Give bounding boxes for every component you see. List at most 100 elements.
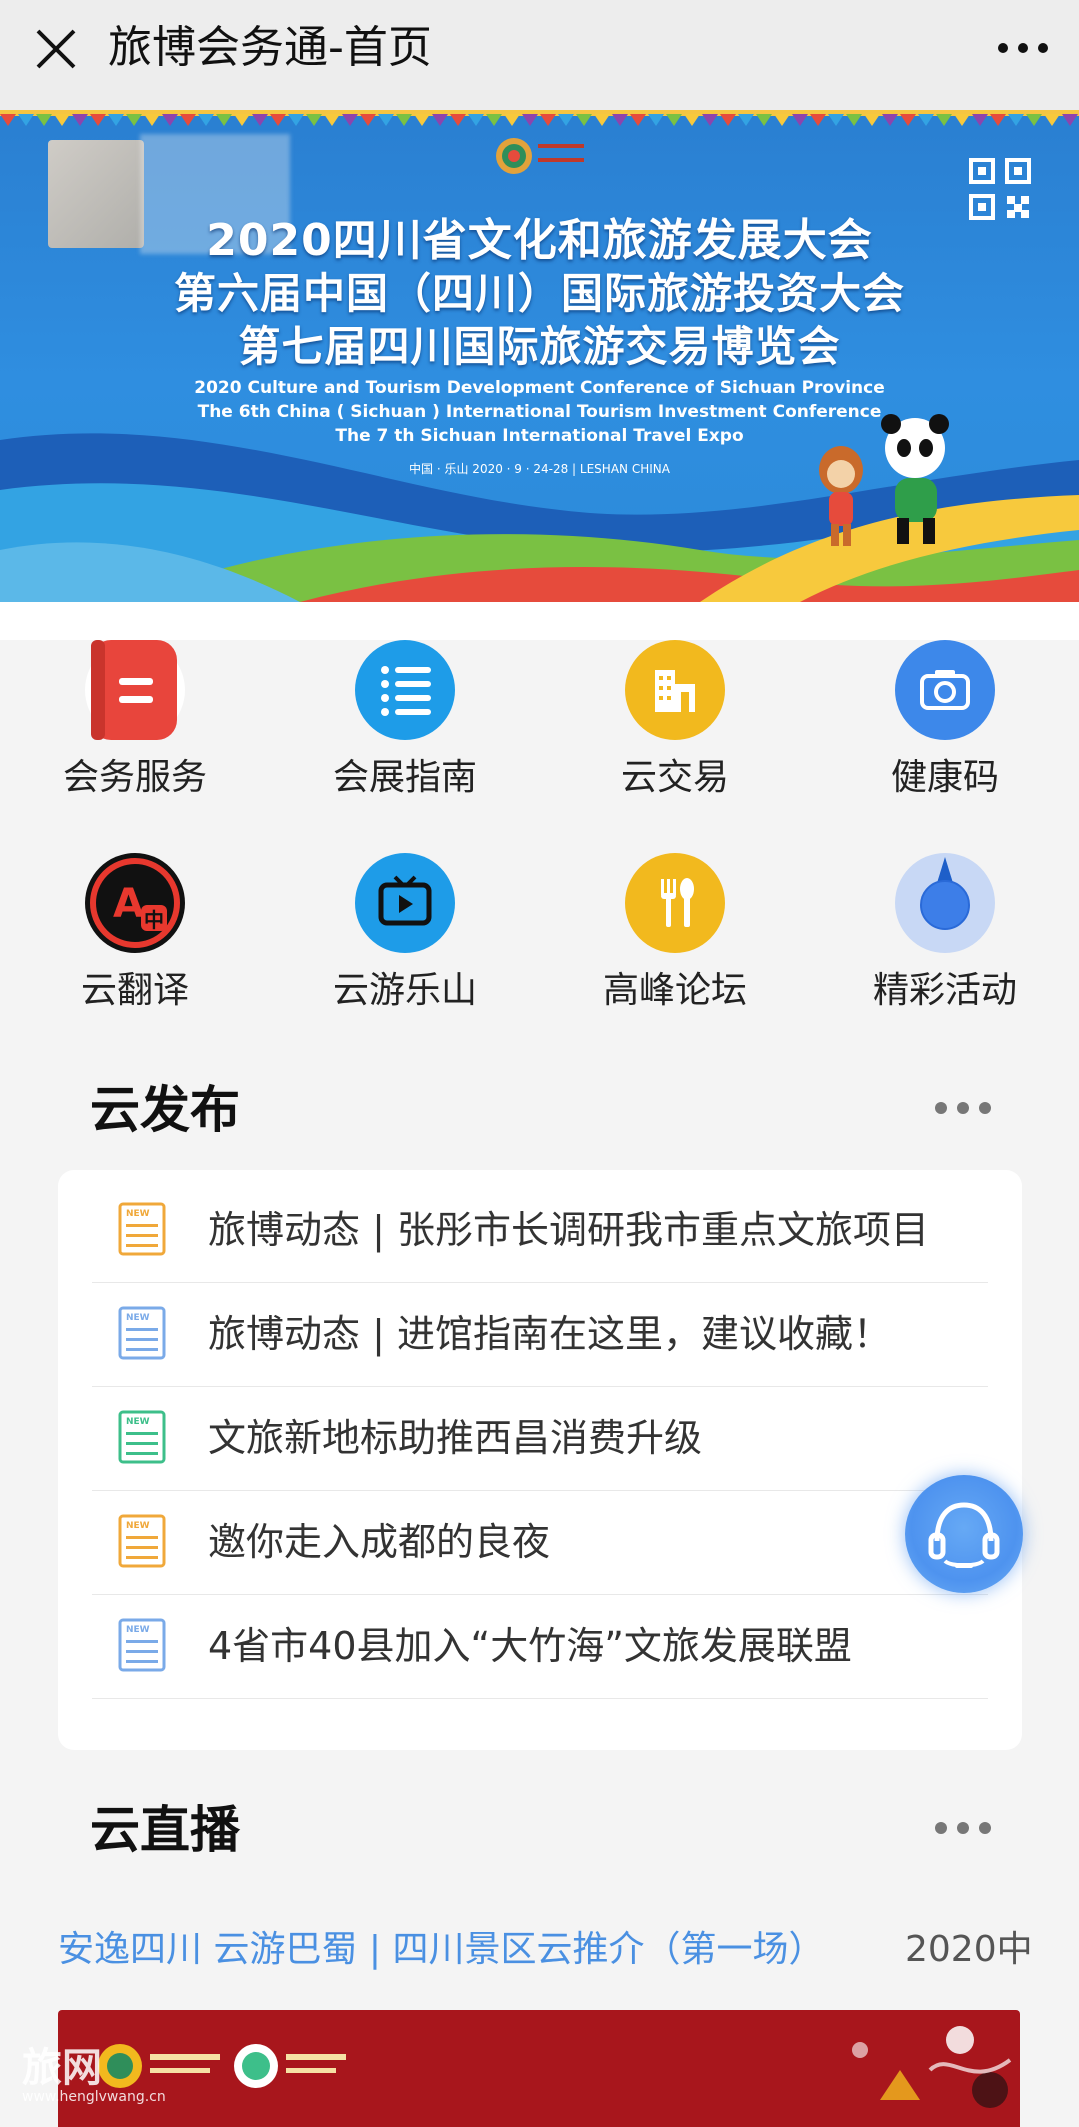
- more-options-icon[interactable]: [995, 30, 1051, 66]
- bunting-flag: [522, 114, 538, 126]
- grid-item-conference-service[interactable]: 会务服务: [25, 640, 245, 800]
- bunting-flag: [414, 114, 430, 126]
- news-doc-icon: NEW: [118, 1618, 166, 1672]
- grid-item-cloud-tour-leshan[interactable]: 云游乐山: [295, 853, 515, 1013]
- news-item[interactable]: NEW 旅博动态 | 进馆指南在这里，建议收藏！: [92, 1282, 988, 1387]
- bunting-flag: [396, 114, 412, 126]
- news-title: 邀你走入成都的良夜: [208, 1520, 551, 1564]
- list-icon: [355, 640, 455, 740]
- grid-item-summit-forum[interactable]: 高峰论坛: [565, 853, 785, 1013]
- bunting-flag: [504, 114, 520, 126]
- bunting-flag: [1062, 114, 1078, 126]
- live-year-text: 2020中: [905, 1929, 1033, 1970]
- grid-item-label: 会展指南: [332, 757, 477, 798]
- bunting-flag: [342, 114, 358, 126]
- bunting-flag: [684, 114, 700, 126]
- bunting-flag: [918, 114, 934, 126]
- bunting-flag: [828, 114, 844, 126]
- headset-icon: [928, 1502, 1000, 1568]
- bunting-flag: [486, 114, 502, 126]
- camera-icon: [895, 640, 995, 740]
- live-headline-link[interactable]: 安逸四川 云游巴蜀 | 四川景区云推介（第一场）: [58, 1920, 824, 1972]
- news-item[interactable]: NEW 邀你走入成都的良夜: [92, 1490, 988, 1595]
- bunting-flag: [288, 114, 304, 126]
- bunting-flag: [738, 114, 754, 126]
- close-icon[interactable]: [32, 25, 80, 73]
- grid-item-cloud-translate[interactable]: A 中 云翻译: [25, 853, 245, 1013]
- grid-item-label: 云游乐山: [332, 970, 477, 1011]
- more-dots-icon[interactable]: [933, 1098, 993, 1118]
- news-title: 4省市40县加入“大竹海”文旅发展联盟: [208, 1624, 852, 1668]
- grid-item-exhibition-guide[interactable]: 会展指南: [295, 640, 515, 800]
- bunting-flag: [18, 114, 34, 126]
- bunting-flag: [234, 114, 250, 126]
- svg-text:NEW: NEW: [126, 1625, 150, 1635]
- bunting-flag: [306, 114, 322, 126]
- tianfu-logo: [496, 138, 584, 174]
- news-doc-icon: NEW: [118, 1514, 166, 1568]
- bunting-flag: [666, 114, 682, 126]
- bunting-flag: [468, 114, 484, 126]
- bunting-flag: [1044, 114, 1060, 126]
- banner-title-line1: 2020四川省文化和旅游发展大会: [206, 215, 873, 266]
- banner-title-line3: 第七届四川国际旅游交易博览会: [238, 322, 841, 371]
- banner-english-line1: 2020 Culture and Tourism Development Con…: [194, 378, 885, 398]
- bunting-flag: [252, 114, 268, 126]
- bunting-flag: [540, 114, 556, 126]
- bunting-flag: [702, 114, 718, 126]
- top-bar: 旅博会务通-首页: [0, 0, 1079, 111]
- watermark-name: 旅网: [22, 2045, 102, 2091]
- section-title-live: 云直播: [90, 1801, 240, 1859]
- svg-text:A: A: [113, 881, 144, 927]
- bunting-flag: [756, 114, 772, 126]
- event-banner[interactable]: 2020四川省文化和旅游发展大会 第六届中国（四川）国际旅游投资大会 第七届四川…: [0, 110, 1079, 602]
- grid-item-label: 健康码: [890, 757, 999, 798]
- bunting-flag: [900, 114, 916, 126]
- news-item[interactable]: NEW 4省市40县加入“大竹海”文旅发展联盟: [92, 1594, 988, 1699]
- bunting-flag: [432, 114, 448, 126]
- watermark-url: www.henglvwang.cn: [22, 2089, 166, 2105]
- svg-text:NEW: NEW: [126, 1417, 150, 1427]
- news-item[interactable]: NEW 文旅新地标助推西昌消费升级: [92, 1386, 988, 1491]
- news-item[interactable]: NEW 旅博动态 | 张彤市长调研我市重点文旅项目: [92, 1178, 988, 1283]
- bunting-flag: [36, 114, 52, 126]
- page-title: 旅博会务通-首页: [108, 22, 432, 73]
- cutlery-icon: [625, 853, 725, 953]
- bunting-flag: [594, 114, 610, 126]
- grid-item-cloud-trade[interactable]: 云交易: [565, 640, 785, 800]
- bunting-flag: [612, 114, 628, 126]
- bunting-flag: [198, 114, 214, 126]
- bunting-flag: [450, 114, 466, 126]
- news-title: 旅博动态 | 进馆指南在这里，建议收藏！: [208, 1312, 891, 1356]
- bunting-flag: [72, 114, 88, 126]
- bunting-flag: [162, 114, 178, 126]
- bunting-flag: [864, 114, 880, 126]
- customer-service-button[interactable]: [905, 1475, 1023, 1593]
- mascots-illustration: [819, 414, 949, 546]
- bunting-flag: [936, 114, 952, 126]
- more-dots-icon[interactable]: [933, 1818, 993, 1838]
- bunting-flag: [990, 114, 1006, 126]
- bunting-flag: [90, 114, 106, 126]
- grid-item-health-code[interactable]: 健康码: [835, 640, 1055, 800]
- bunting-flag: [216, 114, 232, 126]
- svg-text:NEW: NEW: [126, 1521, 150, 1531]
- svg-text:NEW: NEW: [126, 1313, 150, 1323]
- bunting-flag: [270, 114, 286, 126]
- bunting-flag: [954, 114, 970, 126]
- banner-title-line2: 第六届中国（四川）国际旅游投资大会: [173, 269, 905, 318]
- news-doc-icon: NEW: [118, 1410, 166, 1464]
- bunting-flag: [810, 114, 826, 126]
- grid-item-label: 云翻译: [80, 970, 189, 1011]
- tv-play-icon: [355, 853, 455, 953]
- bunting-flag: [846, 114, 862, 126]
- location-drop-icon: [895, 853, 995, 953]
- live-thumbnail[interactable]: [58, 2010, 1020, 2127]
- grid-item-highlight-activities[interactable]: 精彩活动: [835, 853, 1055, 1013]
- bunting-flag: [324, 114, 340, 126]
- section-title-publish: 云发布: [90, 1081, 240, 1139]
- bunting-flag: [180, 114, 196, 126]
- grid-item-label: 会务服务: [62, 757, 207, 798]
- bunting-flag: [144, 114, 160, 126]
- bunting-flag: [108, 114, 124, 126]
